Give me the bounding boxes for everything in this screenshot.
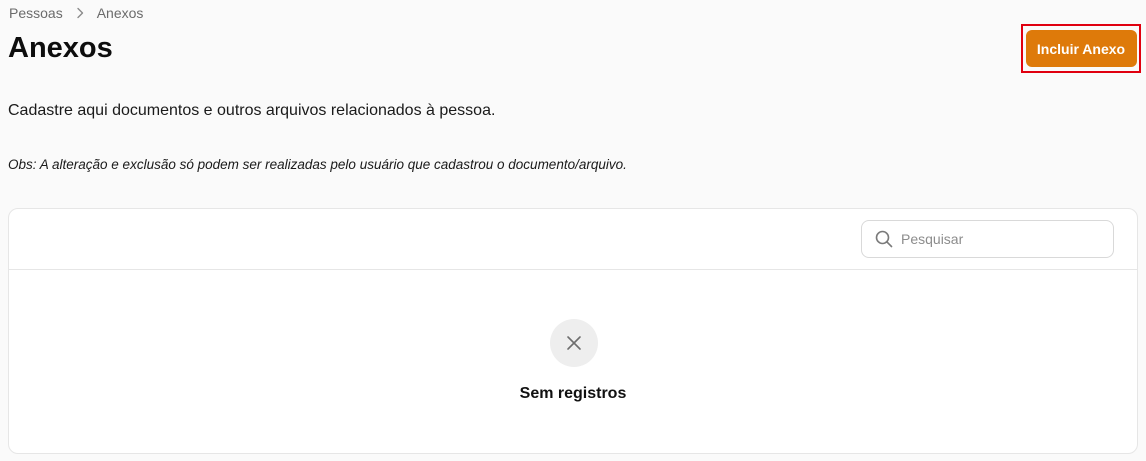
breadcrumb-item-anexos: Anexos [96, 5, 144, 21]
card-toolbar [9, 209, 1137, 270]
page-note: Obs: A alteração e exclusão só podem ser… [8, 157, 627, 172]
empty-state-text: Sem registros [519, 385, 627, 402]
chevron-right-icon [75, 7, 85, 19]
page-title: Anexos [8, 32, 113, 64]
empty-state: Sem registros [9, 271, 1137, 453]
incluir-anexo-button[interactable]: Incluir Anexo [1025, 30, 1137, 67]
breadcrumb: Pessoas Anexos [9, 5, 143, 21]
search-input[interactable] [901, 231, 1101, 247]
page: Pessoas Anexos Anexos Incluir Anexo Cada… [0, 0, 1146, 461]
close-icon [550, 319, 598, 367]
page-description: Cadastre aqui documentos e outros arquiv… [8, 102, 496, 119]
breadcrumb-item-pessoas[interactable]: Pessoas [9, 5, 63, 21]
search-box[interactable] [861, 220, 1114, 258]
highlight-frame: Incluir Anexo [1021, 24, 1141, 73]
search-icon [875, 230, 893, 248]
attachments-card: Sem registros [8, 208, 1138, 454]
